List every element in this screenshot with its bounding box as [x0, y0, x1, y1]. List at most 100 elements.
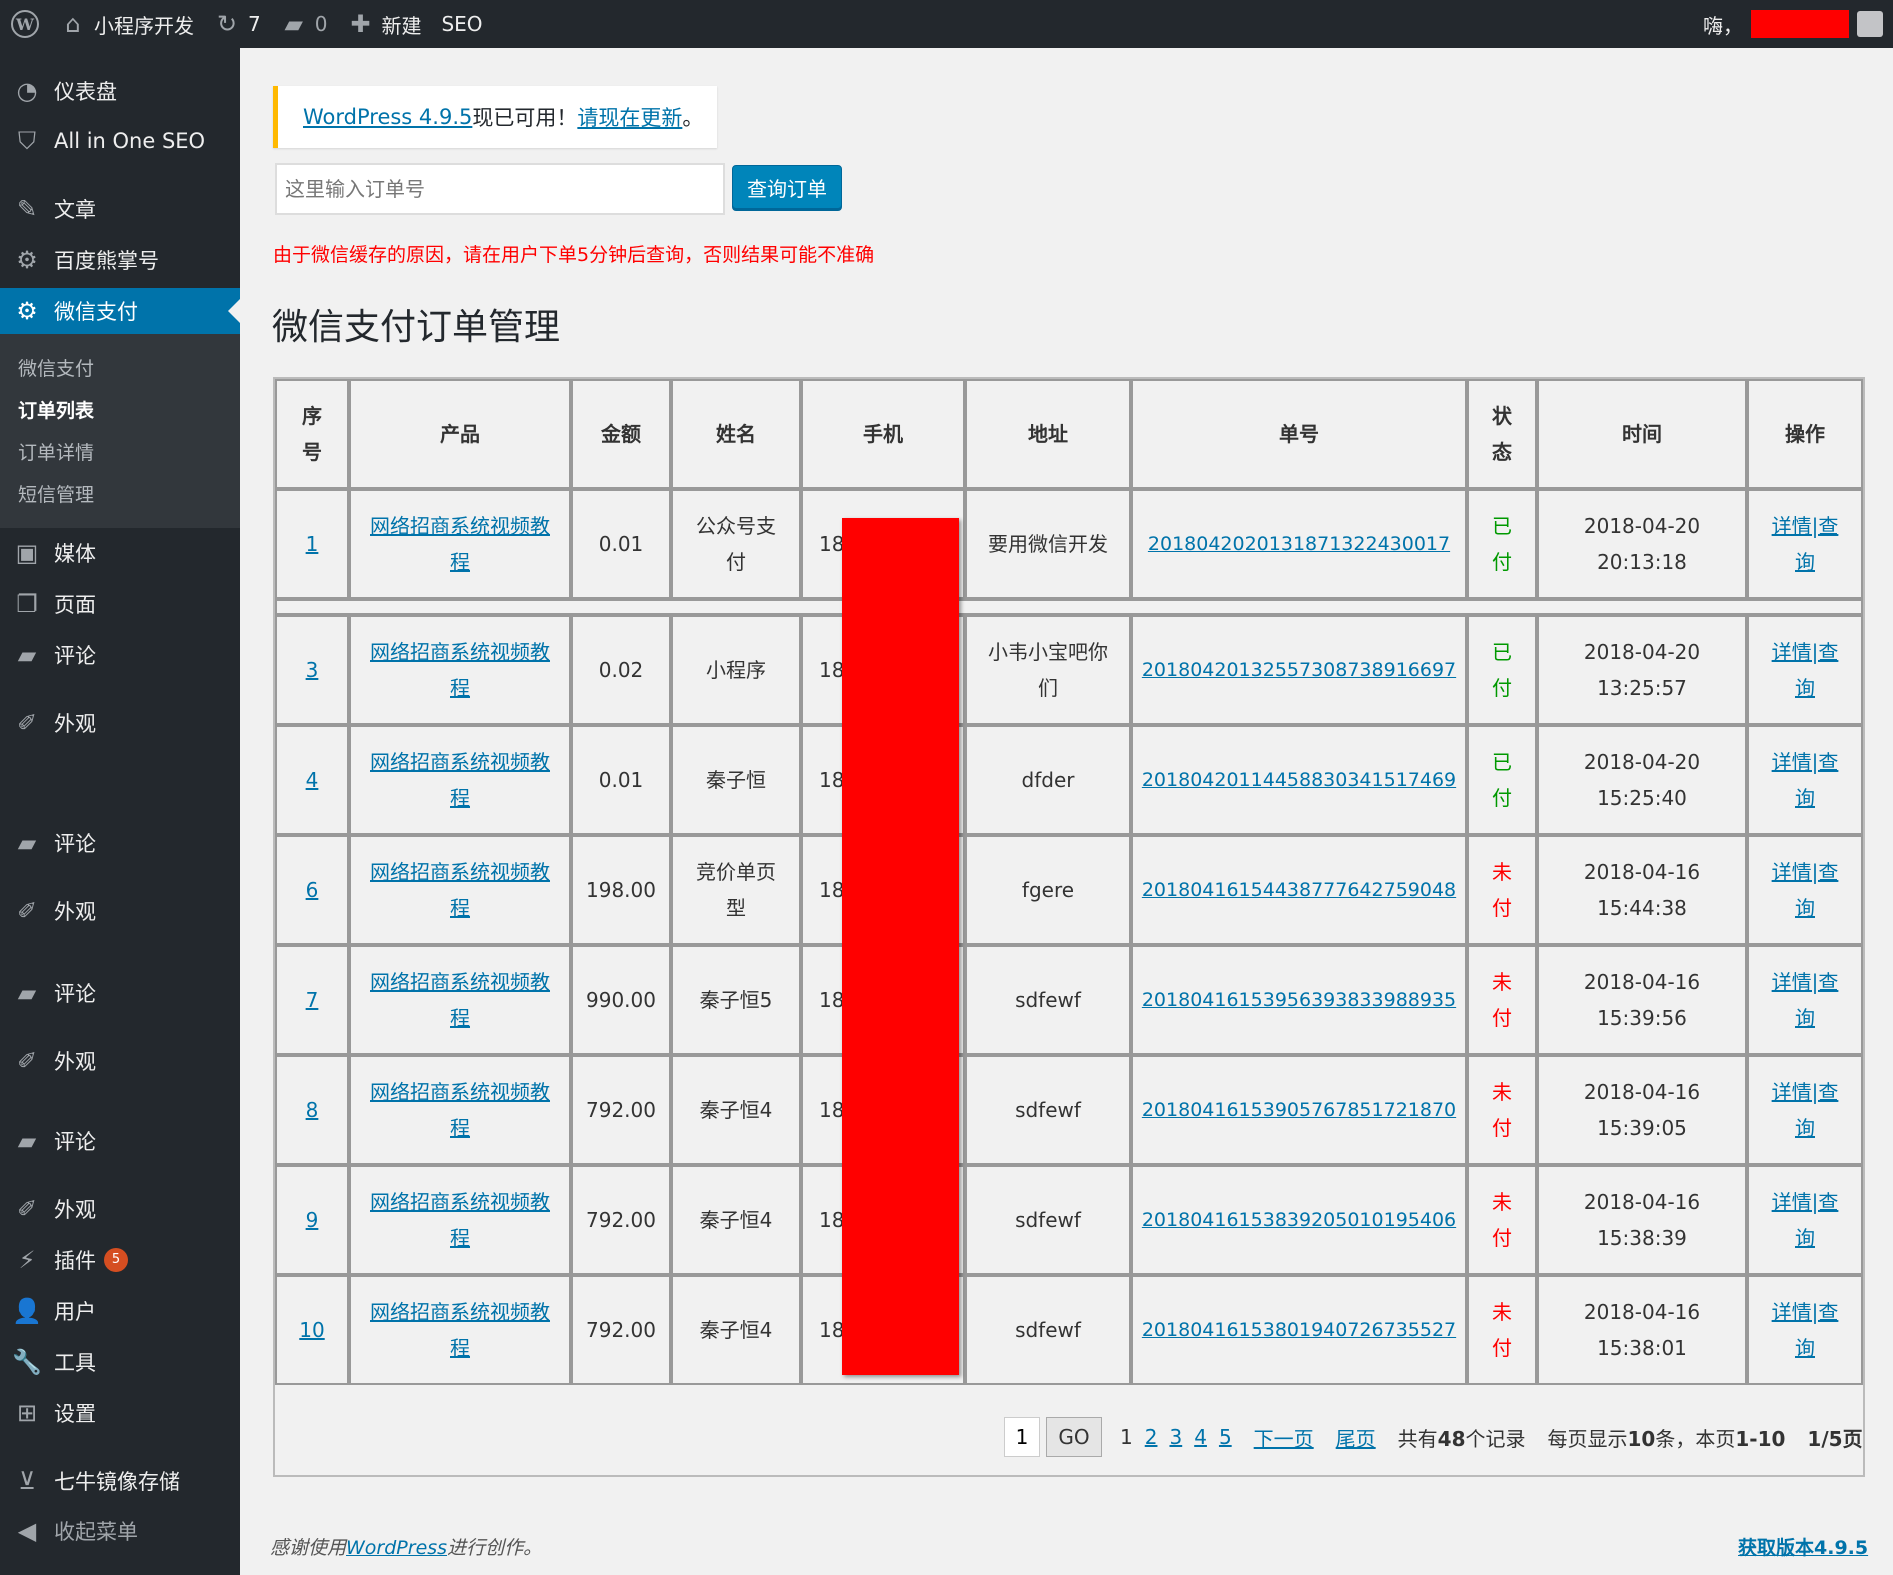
submenu-wechat-pay[interactable]: 微信支付: [18, 354, 94, 381]
wrench-icon: 🔧: [12, 1348, 42, 1376]
menu-pages[interactable]: ❐ 页面: [0, 581, 240, 627]
menu-appearance[interactable]: ✐ 外观: [0, 700, 240, 746]
menu-comments[interactable]: ▰ 评论: [0, 632, 240, 678]
page-title: 微信支付订单管理: [272, 307, 561, 348]
cell-action-links: 详情|查询: [1747, 1275, 1863, 1385]
cell-action-links: 详情|查询: [1747, 835, 1863, 945]
address-cell: sdfewf: [965, 1275, 1131, 1385]
order-no-link[interactable]: 2018041615380194072673552​7: [1142, 1312, 1456, 1348]
menu-plugins[interactable]: ⚡ 插件 5: [0, 1237, 240, 1283]
order-no-link[interactable]: 2018042020131871322430017: [1148, 526, 1450, 562]
page-link[interactable]: 5: [1219, 1425, 1232, 1449]
seq-link[interactable]: 4: [306, 762, 319, 798]
product-link[interactable]: 网络招商系统视频教程: [369, 1294, 551, 1366]
action-links[interactable]: 详情|查询: [1769, 634, 1841, 706]
menu-dashboard[interactable]: ◔ 仪表盘: [0, 68, 240, 114]
menu-users[interactable]: 👤 用户: [0, 1288, 240, 1334]
menu-wechat-pay[interactable]: ⚙ 微信支付: [0, 288, 240, 334]
page-link[interactable]: 4: [1194, 1425, 1207, 1449]
product-link[interactable]: 网络招商系统视频教程: [369, 508, 551, 580]
product-link[interactable]: 网络招商系统视频教程: [369, 1074, 551, 1146]
admin-bar: W ⌂ 小程序开发 ↻ 7 ▰ 0 ✚ 新建 SEO 嗨，: [0, 0, 1893, 48]
order-search-input[interactable]: [275, 163, 725, 215]
brush-icon: ✐: [16, 897, 38, 925]
menu-qiniu[interactable]: ⊻ 七牛镜像存储: [0, 1458, 240, 1504]
page-of: 1/5页: [1807, 1423, 1862, 1452]
order-no-link[interactable]: 2018041615390576785172187​0: [1142, 1092, 1456, 1128]
menu-label: 页面: [54, 593, 96, 617]
query-order-button[interactable]: 查询订单: [732, 165, 842, 209]
order-no-link[interactable]: 2018041615383920501019540​6: [1142, 1202, 1456, 1238]
order-no-link[interactable]: 2018042013255730873891669​7: [1142, 652, 1456, 688]
menu-comments-dup[interactable]: ▰ 评论: [0, 820, 240, 866]
action-links[interactable]: 详情|查询: [1769, 964, 1841, 1036]
menu-tools[interactable]: 🔧 工具: [0, 1339, 240, 1385]
wordpress-version-link[interactable]: WordPress 4.9.5: [303, 105, 472, 129]
seq-link[interactable]: 3: [306, 652, 319, 688]
seq-link[interactable]: 7: [306, 982, 319, 1018]
menu-appearance-dup[interactable]: ✐ 外观: [0, 1038, 240, 1084]
new-content-link[interactable]: ✚ 新建: [337, 0, 431, 48]
seo-link[interactable]: SEO: [431, 0, 492, 48]
menu-baidu-xzh[interactable]: ⚙ 百度熊掌号: [0, 237, 240, 283]
action-links[interactable]: 详情|查询: [1769, 1184, 1841, 1256]
menu-comments-dup[interactable]: ▰ 评论: [0, 970, 240, 1016]
menu-label: 评论: [54, 982, 96, 1006]
pagination: GO 1 2 3 4 5 下一页 尾页 共有48个记录 每页显示10条，本页1-…: [1004, 1417, 1863, 1457]
settings-icon: ⊞: [16, 1399, 38, 1427]
go-button[interactable]: GO: [1046, 1417, 1102, 1457]
per-page-mid: 条，本页: [1655, 1426, 1736, 1451]
order-no-link[interactable]: 2018042011445883034151746​9: [1142, 762, 1456, 798]
greeting[interactable]: 嗨，: [1703, 10, 1743, 39]
comments-link[interactable]: ▰ 0: [271, 0, 338, 48]
notice-end: 。: [682, 106, 704, 130]
site-name-link[interactable]: ⌂ 小程序开发: [50, 0, 204, 48]
cell-order-no-link: 2018041615395639383398893​5: [1131, 945, 1467, 1055]
amount-cell: 990.00: [571, 945, 671, 1055]
menu-appearance-dup[interactable]: ✐ 外观: [0, 888, 240, 934]
action-links[interactable]: 详情|查询: [1769, 854, 1841, 926]
seq-link[interactable]: 10: [299, 1312, 324, 1348]
seq-link[interactable]: 8: [306, 1092, 319, 1128]
menu-posts[interactable]: ✎ 文章: [0, 186, 240, 232]
header-product: 产品: [349, 379, 571, 489]
menu-all-in-one-seo[interactable]: ⛉ All in One SEO: [0, 118, 240, 164]
order-no-link[interactable]: 2018041615395639383398893​5: [1142, 982, 1456, 1018]
comment-icon: ▰: [17, 979, 37, 1007]
menu-collapse[interactable]: ◀ 收起菜单: [0, 1508, 240, 1554]
product-link[interactable]: 网络招商系统视频教程: [369, 744, 551, 816]
action-links[interactable]: 详情|查询: [1769, 1294, 1841, 1366]
seq-link[interactable]: 9: [306, 1202, 319, 1238]
next-page-link[interactable]: 下一页: [1254, 1423, 1314, 1452]
menu-settings[interactable]: ⊞ 设置: [0, 1390, 240, 1436]
submenu-order-list[interactable]: 订单列表: [18, 396, 94, 423]
get-version-link[interactable]: 获取版本4.9.5: [1738, 1533, 1868, 1560]
submenu-sms[interactable]: 短信管理: [18, 480, 94, 507]
order-no-link[interactable]: 2018041615443877764275904​8: [1142, 872, 1456, 908]
time-cell: 2018-04-20 15:25:40: [1537, 725, 1747, 835]
action-links[interactable]: 详情|查询: [1769, 744, 1841, 816]
page-link[interactable]: 3: [1169, 1425, 1182, 1449]
submenu-order-detail[interactable]: 订单详情: [18, 438, 94, 465]
menu-comments-dup[interactable]: ▰ 评论: [0, 1118, 240, 1164]
page-number-input[interactable]: [1004, 1417, 1040, 1457]
action-links[interactable]: 详情|查询: [1769, 508, 1841, 580]
menu-appearance-dup[interactable]: ✐ 外观: [0, 1186, 240, 1232]
plug-icon: ⚡: [18, 1246, 36, 1274]
action-links[interactable]: 详情|查询: [1769, 1074, 1841, 1146]
updates-link[interactable]: ↻ 7: [204, 0, 271, 48]
last-page-link[interactable]: 尾页: [1336, 1423, 1376, 1452]
wordpress-link[interactable]: WordPress: [346, 1537, 447, 1559]
product-link[interactable]: 网络招商系统视频教程: [369, 1184, 551, 1256]
product-link[interactable]: 网络招商系统视频教程: [369, 964, 551, 1036]
product-link[interactable]: 网络招商系统视频教程: [369, 634, 551, 706]
page-link[interactable]: 2: [1145, 1425, 1158, 1449]
seq-link[interactable]: 6: [306, 872, 319, 908]
product-link[interactable]: 网络招商系统视频教程: [369, 854, 551, 926]
avatar[interactable]: [1857, 11, 1883, 37]
site-name: 小程序开发: [94, 13, 194, 38]
seq-link[interactable]: 1: [306, 526, 319, 562]
wordpress-logo-icon[interactable]: W: [0, 0, 50, 48]
menu-media[interactable]: ▣ 媒体: [0, 530, 240, 576]
update-now-link[interactable]: 请现在更新: [577, 102, 682, 132]
